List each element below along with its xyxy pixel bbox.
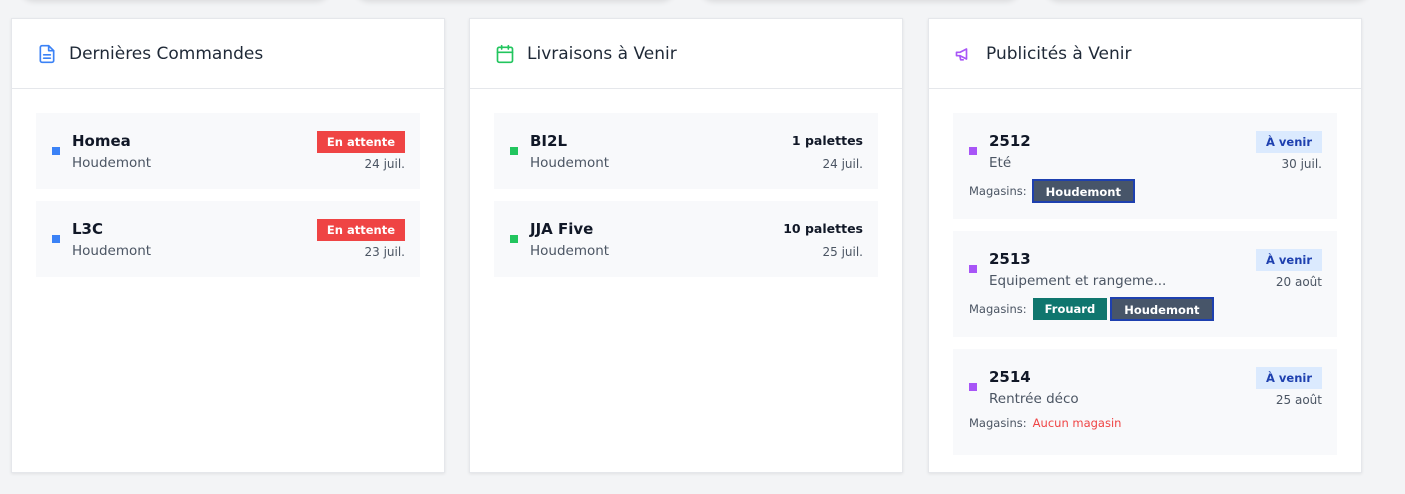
ad-item[interactable]: 2513 Equipement et rangeme... À venir 20… xyxy=(953,231,1337,337)
order-date: 23 juil. xyxy=(364,245,405,259)
stores-row: Magasins: Houdemont xyxy=(969,179,1138,203)
delivery-store: Houdemont xyxy=(530,155,610,171)
delivery-date: 25 juil. xyxy=(822,245,863,259)
status-badge: En attente xyxy=(316,131,405,153)
ad-number: 2512 xyxy=(989,132,1031,150)
status-dot xyxy=(969,383,977,391)
deliveries-list: BI2L Houdemont 1 palettes 24 juil. JJA F… xyxy=(470,89,902,277)
delivery-date: 24 juil. xyxy=(822,157,863,171)
stores-row: Magasins: Aucun magasin xyxy=(969,416,1121,430)
delivery-store: Houdemont xyxy=(530,243,610,259)
stores-label: Magasins: xyxy=(969,302,1027,316)
upcoming-deliveries-card: Livraisons à Venir BI2L Houdemont 1 pale… xyxy=(469,18,903,473)
upcoming-ads-card: Publicités à Venir 2512 Eté À venir 30 j… xyxy=(928,18,1362,473)
store-chip[interactable]: Houdemont xyxy=(1110,297,1214,321)
delivery-item[interactable]: JJA Five Houdemont 10 palettes 25 juil. xyxy=(494,201,878,277)
card-title: Dernières Commandes xyxy=(69,43,264,64)
ad-description: Eté xyxy=(989,155,1012,171)
stores-label: Magasins: xyxy=(969,184,1027,198)
document-icon xyxy=(37,44,57,64)
calendar-icon xyxy=(495,44,515,64)
status-dot xyxy=(510,235,518,243)
ad-description: Equipement et rangeme... xyxy=(989,273,1167,289)
ad-description: Rentrée déco xyxy=(989,391,1079,407)
card-title: Livraisons à Venir xyxy=(527,43,677,64)
status-badge: À venir xyxy=(1256,249,1322,271)
status-badge: En attente xyxy=(316,219,405,241)
stores-row: Magasins: Frouard Houdemont xyxy=(969,297,1217,321)
ad-item[interactable]: 2514 Rentrée déco À venir 25 août Magasi… xyxy=(953,349,1337,455)
order-supplier: L3C xyxy=(72,220,104,238)
pallet-count: 10 palettes xyxy=(783,221,863,236)
ads-list: 2512 Eté À venir 30 juil. Magasins: Houd… xyxy=(929,89,1361,455)
ad-date: 20 août xyxy=(1275,275,1322,289)
ad-date: 30 juil. xyxy=(1281,157,1322,171)
status-dot xyxy=(52,147,60,155)
status-dot xyxy=(52,235,60,243)
order-store: Houdemont xyxy=(72,155,152,171)
card-header: Livraisons à Venir xyxy=(470,19,902,89)
status-dot xyxy=(969,147,977,155)
delivery-item[interactable]: BI2L Houdemont 1 palettes 24 juil. xyxy=(494,113,878,189)
status-dot xyxy=(510,147,518,155)
status-badge: À venir xyxy=(1256,131,1322,153)
recent-orders-card: Dernières Commandes Homea Houdemont En a… xyxy=(11,18,445,473)
order-item[interactable]: Homea Houdemont En attente 24 juil. xyxy=(36,113,420,189)
no-store-text: Aucun magasin xyxy=(1032,416,1122,430)
card-title: Publicités à Venir xyxy=(986,43,1132,64)
order-item[interactable]: L3C Houdemont En attente 23 juil. xyxy=(36,201,420,277)
ad-number: 2513 xyxy=(989,250,1031,268)
ad-number: 2514 xyxy=(989,368,1031,386)
ad-date: 25 août xyxy=(1275,393,1322,407)
card-header: Dernières Commandes xyxy=(12,19,444,89)
order-store: Houdemont xyxy=(72,243,152,259)
pallet-count: 1 palettes xyxy=(791,133,863,148)
delivery-supplier: BI2L xyxy=(530,132,568,150)
status-dot xyxy=(969,265,977,273)
card-header: Publicités à Venir xyxy=(929,19,1361,89)
megaphone-icon xyxy=(954,44,974,64)
delivery-supplier: JJA Five xyxy=(530,220,594,238)
store-chip[interactable]: Frouard xyxy=(1032,298,1108,320)
order-supplier: Homea xyxy=(72,132,131,150)
ad-item[interactable]: 2512 Eté À venir 30 juil. Magasins: Houd… xyxy=(953,113,1337,219)
status-badge: À venir xyxy=(1256,367,1322,389)
store-chip[interactable]: Houdemont xyxy=(1031,179,1135,203)
stores-label: Magasins: xyxy=(969,416,1027,430)
orders-list: Homea Houdemont En attente 24 juil. L3C … xyxy=(12,89,444,277)
order-date: 24 juil. xyxy=(364,157,405,171)
